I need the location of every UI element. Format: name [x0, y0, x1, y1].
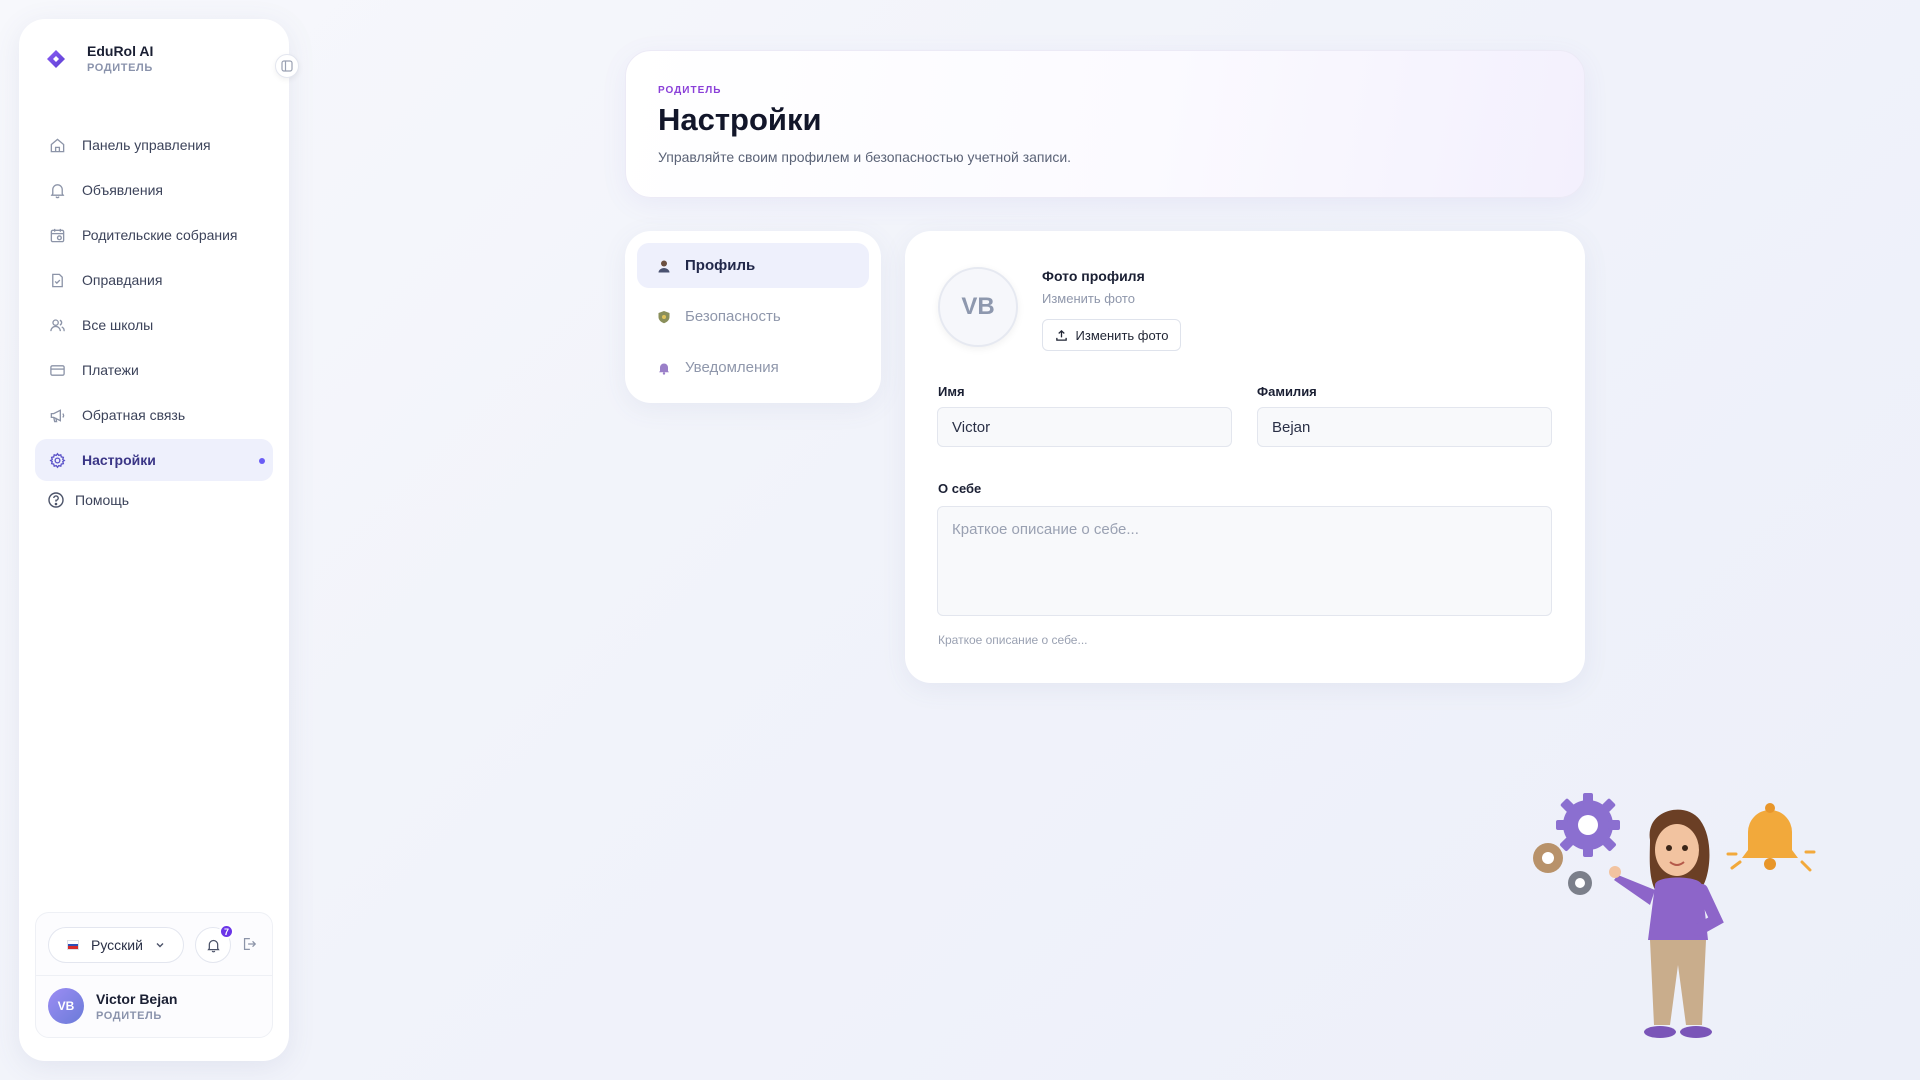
home-icon — [50, 137, 65, 152]
chevron-down-icon — [156, 943, 164, 948]
sidebar-item-label: Обратная связь — [82, 407, 186, 423]
tab-label: Профиль — [685, 257, 756, 274]
sidebar-item-label: Платежи — [82, 362, 139, 378]
bell-illustration-icon — [1726, 803, 1816, 872]
page-subtitle: Управляйте своим профилем и безопасность… — [658, 149, 1072, 165]
about-label: О себе — [938, 481, 982, 496]
sidebar-item-label: Объявления — [82, 182, 163, 198]
logout-icon — [243, 938, 257, 950]
settings-illustration — [1533, 793, 1816, 1038]
help-circle-icon — [48, 492, 64, 508]
card-icon — [50, 364, 65, 376]
tab-profile[interactable]: Профиль — [637, 243, 869, 288]
user-profile[interactable]: VB Victor Bejan РОДИТЕЛЬ — [48, 988, 177, 1024]
change-photo-label: Изменить фото — [1075, 327, 1169, 343]
page-header: РОДИТЕЛЬ Настройки Управляйте своим проф… — [625, 50, 1585, 198]
help-link[interactable]: Помощь — [47, 491, 129, 509]
sidebar: EduRol AI РОДИТЕЛЬ Панель управления Объ… — [19, 19, 299, 1061]
logout-button[interactable] — [241, 936, 257, 957]
change-photo-button[interactable]: Изменить фото — [1042, 319, 1181, 351]
bell-icon — [206, 939, 220, 952]
gear-tiny-icon — [1568, 871, 1592, 895]
calendar-icon — [50, 228, 65, 242]
upload-icon — [1055, 329, 1067, 341]
notification-count-badge: 7 — [219, 924, 234, 939]
person-icon — [658, 260, 670, 272]
avatar: VB — [48, 988, 84, 1024]
sidebar-item-label: Родительские собрания — [82, 227, 238, 243]
user-name: Victor Bejan — [96, 990, 178, 1007]
document-icon — [52, 273, 63, 287]
users-icon — [50, 318, 65, 331]
profile-form: VB Фото профиля Изменить фото Изменить ф… — [905, 231, 1585, 683]
user-role: РОДИТЕЛЬ — [96, 1009, 162, 1022]
sidebar-item-dashboard[interactable]: Панель управления — [35, 124, 273, 166]
notifications-button[interactable]: 7 — [195, 924, 234, 963]
app-name: EduRol AI — [87, 43, 154, 59]
sidebar-item-parent-meetings[interactable]: Родительские собрания — [35, 214, 273, 256]
footer-divider — [36, 975, 272, 976]
sidebar-nav: Панель управления Объявления Родительски… — [35, 124, 273, 484]
language-label: Русский — [91, 937, 143, 953]
gear-small-icon — [1533, 843, 1563, 873]
photo-subtitle: Изменить фото — [1042, 291, 1135, 306]
panel-collapse-icon — [281, 60, 293, 72]
bell-icon — [659, 363, 669, 375]
about-hint: Краткое описание о себе... — [938, 633, 1088, 647]
sidebar-collapse-button[interactable] — [275, 54, 299, 78]
gear-large-icon — [1556, 793, 1620, 857]
help-label: Помощь — [75, 492, 130, 508]
sidebar-item-payments[interactable]: Платежи — [35, 349, 273, 391]
profile-avatar: VB — [938, 267, 1018, 347]
megaphone-icon — [50, 408, 65, 422]
last-name-label: Фамилия — [1257, 384, 1317, 399]
brand[interactable]: EduRol AI РОДИТЕЛЬ — [45, 43, 153, 74]
first-name-label: Имя — [938, 384, 965, 399]
settings-tabs: Профиль Безопасность Уведомления — [625, 231, 881, 403]
sidebar-item-label: Оправдания — [82, 272, 163, 288]
sidebar-item-feedback[interactable]: Обратная связь — [35, 394, 273, 436]
tab-label: Уведомления — [685, 359, 779, 376]
sidebar-item-settings[interactable]: Настройки — [35, 439, 273, 481]
sidebar-item-label: Панель управления — [82, 137, 211, 153]
bell-icon — [50, 183, 65, 198]
sidebar-item-label: Все школы — [82, 317, 154, 333]
brand-logo-icon — [47, 49, 65, 68]
sidebar-item-announcements[interactable]: Объявления — [35, 169, 273, 211]
first-name-input[interactable] — [937, 407, 1232, 447]
russia-flag-icon — [67, 940, 79, 950]
sidebar-item-excuses[interactable]: Оправдания — [35, 259, 273, 301]
active-indicator-dot — [259, 458, 265, 464]
tab-notifications[interactable]: Уведомления — [637, 345, 869, 390]
sidebar-item-label: Настройки — [82, 452, 156, 468]
shield-icon — [658, 310, 670, 323]
gear-icon — [49, 452, 66, 468]
last-name-input[interactable] — [1257, 407, 1552, 447]
app-role: РОДИТЕЛЬ — [87, 62, 153, 74]
sidebar-footer: Русский 7 VB Victor Bejan РОДИТЕЛЬ — [35, 912, 273, 1038]
page-eyebrow: РОДИТЕЛЬ — [658, 85, 722, 96]
language-select[interactable]: Русский — [48, 927, 184, 963]
sidebar-item-all-schools[interactable]: Все школы — [35, 304, 273, 346]
tab-security[interactable]: Безопасность — [637, 294, 869, 339]
page-title: Настройки — [658, 102, 822, 137]
woman-character-illustration — [1609, 809, 1724, 1038]
about-textarea[interactable] — [937, 506, 1552, 616]
photo-title: Фото профиля — [1042, 268, 1145, 284]
tab-label: Безопасность — [685, 308, 781, 325]
